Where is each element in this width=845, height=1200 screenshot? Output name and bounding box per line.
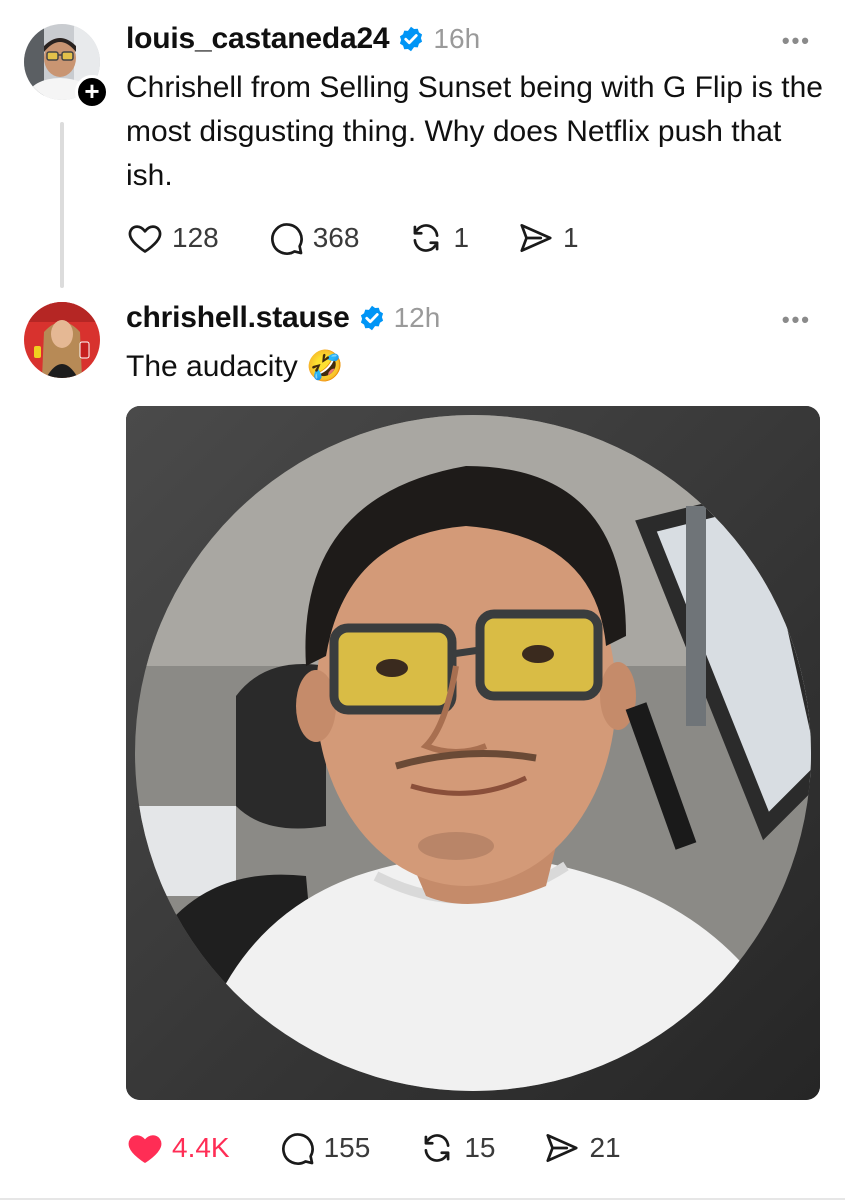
post-header: louis_castaneda24 16h bbox=[126, 19, 480, 59]
post-header: chrishell.stause 12h bbox=[126, 298, 440, 338]
action-bar: 4.4K 155 15 21 bbox=[126, 1128, 669, 1168]
repost-icon bbox=[414, 224, 439, 252]
share-button[interactable]: 21 bbox=[543, 1129, 621, 1167]
post-text: Chrishell from Selling Sunset being with… bbox=[126, 71, 823, 192]
username[interactable]: chrishell.stause bbox=[126, 301, 350, 335]
repost-count: 15 bbox=[464, 1132, 496, 1163]
heart-filled-icon bbox=[128, 1135, 162, 1163]
timestamp: 16h bbox=[433, 23, 481, 54]
like-count: 4.4K bbox=[172, 1132, 230, 1163]
reply-count: 155 bbox=[323, 1132, 371, 1163]
avatar-woman-red-carpet-icon bbox=[24, 302, 100, 378]
send-icon bbox=[520, 223, 552, 253]
share-button[interactable]: 1 bbox=[517, 219, 579, 257]
reply-button[interactable]: 368 bbox=[267, 219, 360, 257]
threads-feed: + louis_castaneda24 16h ••• Chrishell fr… bbox=[0, 0, 845, 1200]
more-options-button[interactable]: ••• bbox=[782, 307, 811, 333]
avatar[interactable] bbox=[24, 302, 100, 378]
reply-button[interactable]: 155 bbox=[278, 1129, 371, 1167]
repost-icon bbox=[424, 1134, 450, 1162]
more-options-button[interactable]: ••• bbox=[782, 28, 811, 54]
comment-icon bbox=[281, 1133, 314, 1165]
username[interactable]: louis_castaneda24 bbox=[126, 22, 390, 56]
comment-icon bbox=[270, 223, 303, 255]
post-image[interactable] bbox=[126, 406, 820, 1100]
like-count: 128 bbox=[172, 222, 219, 253]
verified-badge-icon bbox=[360, 305, 383, 331]
share-count: 21 bbox=[589, 1132, 621, 1163]
verified-badge-icon bbox=[400, 26, 423, 52]
share-count: 1 bbox=[563, 222, 579, 253]
timestamp: 12h bbox=[393, 302, 441, 333]
action-bar: 128 368 1 1 bbox=[126, 218, 627, 258]
repost-button[interactable]: 1 bbox=[407, 219, 469, 257]
reply-count: 368 bbox=[312, 222, 360, 253]
send-icon bbox=[546, 1133, 579, 1163]
like-button[interactable]: 128 bbox=[126, 219, 219, 257]
post-text: The audacity 🤣 bbox=[126, 350, 344, 383]
repost-count: 1 bbox=[453, 222, 470, 253]
heart-icon bbox=[128, 225, 162, 253]
like-button[interactable]: 4.4K bbox=[126, 1129, 230, 1167]
repost-button[interactable]: 15 bbox=[418, 1129, 495, 1167]
thread-line bbox=[60, 122, 64, 288]
selfie-photo-icon bbox=[126, 406, 820, 1100]
follow-plus-button[interactable]: + bbox=[75, 75, 109, 109]
